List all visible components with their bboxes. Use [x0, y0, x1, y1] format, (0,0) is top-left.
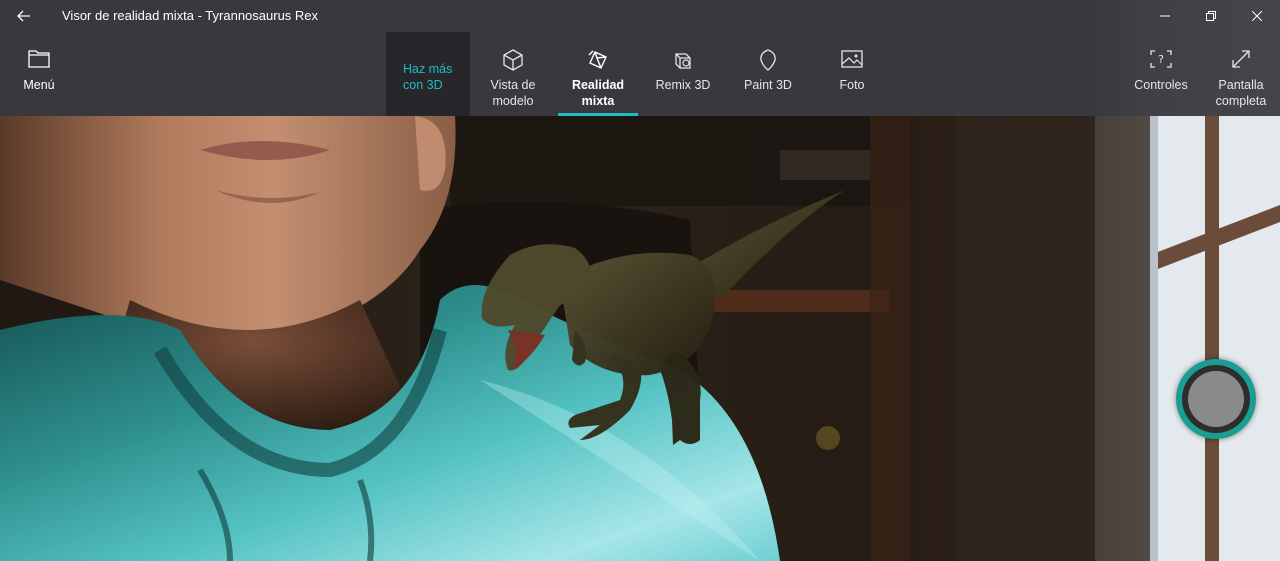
- tab-realidad-mixta[interactable]: Realidad mixta: [558, 32, 638, 116]
- pantalla-completa-button[interactable]: Pantalla completa: [1206, 32, 1276, 116]
- app-chrome: Visor de realidad mixta - Tyrannosaurus …: [0, 0, 1280, 116]
- window-controls: [1142, 0, 1280, 32]
- tab-foto[interactable]: Foto: [822, 32, 882, 116]
- restore-button[interactable]: [1188, 0, 1234, 32]
- minimize-button[interactable]: [1142, 0, 1188, 32]
- back-arrow-icon: [17, 10, 30, 22]
- fullscreen-icon: [1232, 50, 1250, 68]
- tab-remix-3d[interactable]: Remix 3D: [648, 32, 718, 116]
- mixed-reality-viewer-app: Visor de realidad mixta - Tyrannosaurus …: [0, 0, 1280, 561]
- toolbar: Menú Haz más con 3D Vista de modelo Real…: [0, 32, 1280, 116]
- svg-text:?: ?: [1158, 53, 1164, 66]
- tab-vista-label: Vista de modelo: [490, 78, 536, 108]
- mixed-reality-cube-icon: [588, 50, 607, 69]
- menu-button[interactable]: Menú: [8, 32, 70, 116]
- minimize-icon: [1160, 15, 1170, 17]
- remix-3d-icon: [675, 53, 691, 69]
- cube-icon: [503, 49, 523, 71]
- folder-icon: [28, 50, 50, 68]
- window-title: Visor de realidad mixta - Tyrannosaurus …: [62, 8, 319, 23]
- tab-vista-de-modelo[interactable]: Vista de modelo: [478, 32, 548, 116]
- back-button[interactable]: [8, 2, 40, 30]
- haz-mas-con-3d-button[interactable]: Haz más con 3D: [386, 32, 470, 116]
- photo-icon: [841, 50, 863, 68]
- title-bar: Visor de realidad mixta - Tyrannosaurus …: [0, 0, 1280, 32]
- tab-paint-label: Paint 3D: [744, 78, 792, 92]
- capture-button-core: [1188, 371, 1244, 427]
- close-icon: [1252, 11, 1262, 21]
- paint-3d-icon: [760, 49, 776, 71]
- pantalla-completa-label: Pantalla completa: [1215, 78, 1267, 108]
- menu-label: Menú: [23, 78, 55, 92]
- tab-realidad-label: Realidad mixta: [571, 78, 625, 108]
- controles-label: Controles: [1134, 78, 1188, 92]
- tab-remix-label: Remix 3D: [655, 78, 711, 92]
- controles-button[interactable]: ? Controles: [1128, 32, 1194, 116]
- tab-foto-label: Foto: [839, 78, 865, 92]
- selected-tab-indicator: [558, 113, 638, 116]
- help-controls-icon: ?: [1150, 50, 1172, 68]
- capture-button[interactable]: [1176, 359, 1256, 439]
- tab-paint-3d[interactable]: Paint 3D: [734, 32, 802, 116]
- restore-icon: [1206, 11, 1216, 21]
- close-button[interactable]: [1234, 0, 1280, 32]
- haz-mas-con-3d-label: Haz más con 3D: [403, 62, 453, 92]
